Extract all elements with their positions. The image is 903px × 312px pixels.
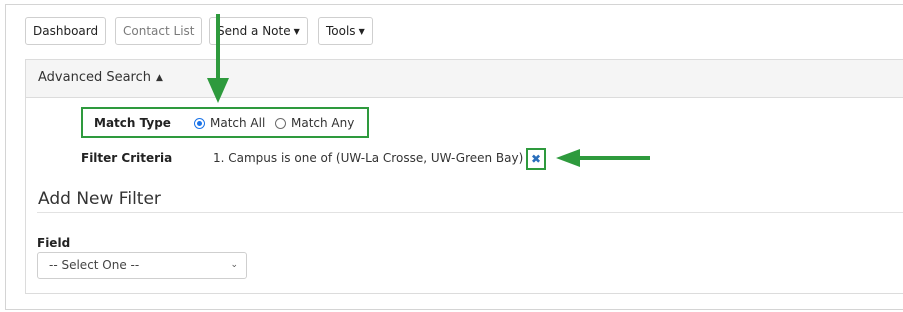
arrow-left-icon bbox=[556, 149, 650, 167]
annotation-arrows bbox=[207, 14, 650, 167]
arrow-down-icon bbox=[207, 14, 229, 103]
